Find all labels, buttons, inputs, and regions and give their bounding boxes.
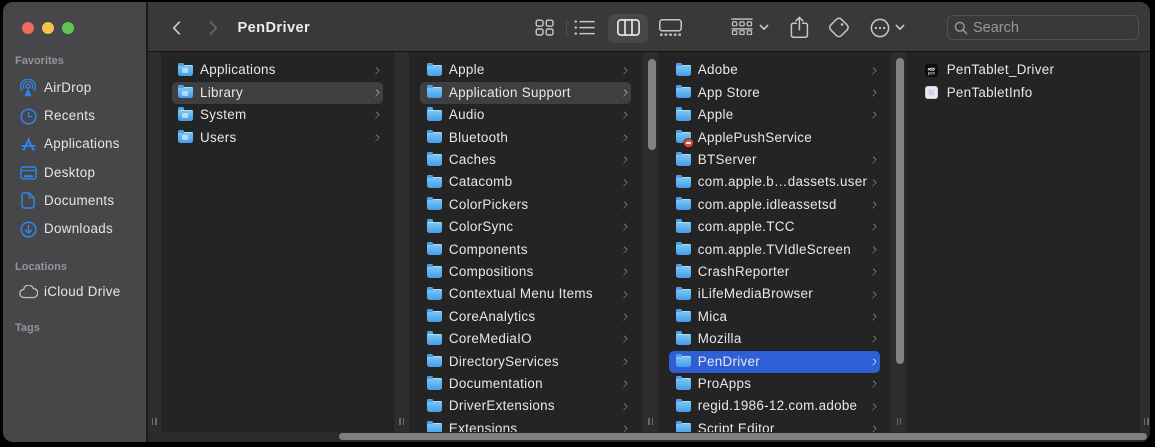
svg-text:pen: pen [928,70,936,75]
